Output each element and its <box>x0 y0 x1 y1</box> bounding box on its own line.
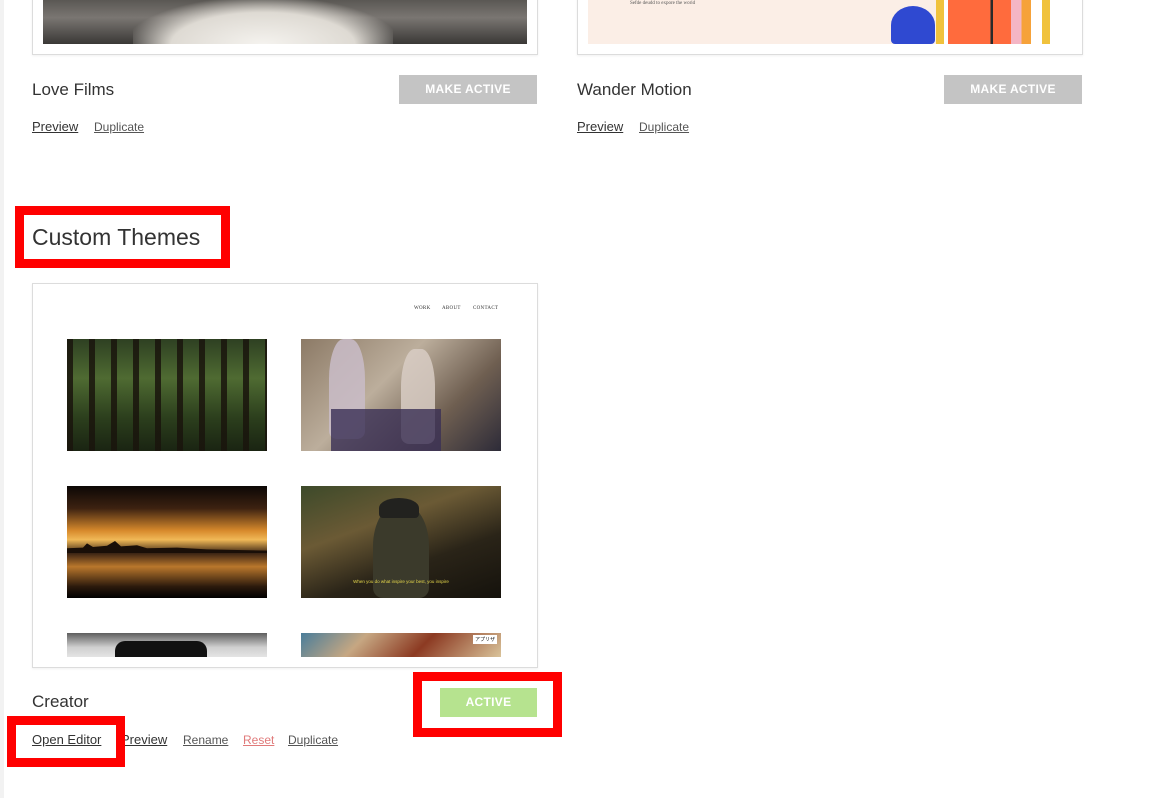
food-tile-badge: アプリザ <box>472 635 497 644</box>
love-films-preview-link[interactable]: Preview <box>32 119 78 134</box>
runner-legs <box>331 409 441 451</box>
creator-tile-forest <box>67 339 267 451</box>
custom-themes-heading: Custom Themes <box>32 224 201 250</box>
pattern-illustration <box>936 0 1072 44</box>
wander-motion-preview-link[interactable]: Preview <box>577 119 623 134</box>
creator-reset-link[interactable]: Reset <box>243 733 274 747</box>
love-films-duplicate-link[interactable]: Duplicate <box>94 120 144 134</box>
creator-tile-runners <box>301 339 501 451</box>
wander-motion-thumbnail[interactable]: Sefde deudd to expore the worid <box>577 0 1083 55</box>
theme-name-love-films: Love Films <box>32 80 115 99</box>
left-edge-divider <box>0 0 4 798</box>
wander-motion-duplicate-link[interactable]: Duplicate <box>639 120 689 134</box>
vase-illustration <box>891 6 935 44</box>
love-films-thumbnail[interactable] <box>32 0 538 55</box>
creator-rename-link[interactable]: Rename <box>183 733 228 747</box>
creator-tile-gray <box>67 633 267 657</box>
love-films-preview-image <box>43 0 527 44</box>
creator-nav-about: ABOUT <box>442 306 461 311</box>
man-beanie <box>379 498 419 518</box>
wander-motion-thumb-text: Sefde deudd to expore the worid <box>630 1 696 6</box>
sunset-skyline <box>67 541 267 553</box>
creator-nav-work: WORK <box>414 306 431 311</box>
wander-motion-make-active-button[interactable]: MAKE ACTIVE <box>944 75 1082 104</box>
man-subtitle: When you do what inspire your best, you … <box>353 579 449 584</box>
theme-name-wander-motion: Wander Motion <box>577 80 692 99</box>
creator-active-button[interactable]: ACTIVE <box>440 688 537 717</box>
creator-preview-link[interactable]: Preview <box>121 732 167 747</box>
wander-motion-preview-image: Sefde deudd to expore the worid <box>588 0 1072 44</box>
creator-nav-contact: CONTACT <box>473 306 499 311</box>
gray-tile-object <box>115 641 207 657</box>
creator-duplicate-link[interactable]: Duplicate <box>288 733 338 747</box>
theme-name-creator: Creator <box>32 692 89 711</box>
creator-tile-sunset <box>67 486 267 598</box>
creator-tile-food: アプリザ <box>301 633 501 657</box>
open-editor-link[interactable]: Open Editor <box>32 732 101 747</box>
love-films-make-active-button[interactable]: MAKE ACTIVE <box>399 75 537 104</box>
creator-tile-man: When you do what inspire your best, you … <box>301 486 501 598</box>
creator-thumbnail[interactable]: WORK ABOUT CONTACT When you do what insp… <box>32 283 538 668</box>
